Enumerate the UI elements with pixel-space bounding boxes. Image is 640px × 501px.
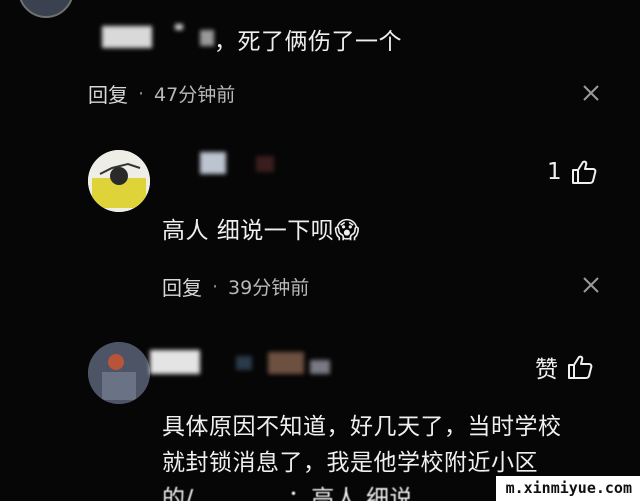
thumbs-up-icon [571, 160, 597, 184]
blurred-username [200, 152, 226, 174]
scream-emoji: 😱 [334, 216, 360, 244]
comment-text-line: 具体原因不知道，好几天了，当时学校 [162, 414, 562, 440]
blurred-username [102, 26, 152, 48]
blurred-username [256, 156, 274, 172]
like-label: 赞 [535, 357, 558, 383]
blurred-username [310, 360, 330, 374]
timestamp: 47分钟前 [154, 84, 236, 106]
like-count: 1 [547, 159, 562, 185]
separator: · [138, 82, 145, 105]
separator: · [212, 275, 219, 298]
blurred-username [236, 356, 252, 370]
comment-text-line: 就封锁消息了，我是他学校附近小区 [162, 450, 538, 476]
watermark: m.xinmiyue.com [495, 476, 640, 501]
comment-text-line: 的/…………；高人 细说 [162, 486, 414, 501]
blurred-username [150, 350, 200, 374]
comment-thread: ，死了俩伤了一个 回复 · 47分钟前 高人 细说一下呗😱 1 回复 · 39分… [0, 0, 640, 501]
timestamp: 39分钟前 [228, 277, 310, 299]
avatar[interactable] [88, 342, 150, 404]
comment-text: 高人 细说一下呗😱 [162, 216, 360, 244]
avatar[interactable] [88, 150, 150, 212]
reply-button[interactable]: 回复 [88, 79, 128, 108]
reply-button[interactable]: 回复 [162, 272, 202, 301]
blurred-username [200, 30, 214, 46]
like-button[interactable]: 1 [547, 158, 598, 186]
comment-meta: 回复 · 39分钟前 [162, 272, 309, 301]
comment-meta: 回复 · 47分钟前 [88, 79, 235, 108]
close-icon[interactable] [582, 276, 600, 294]
close-icon[interactable] [582, 84, 600, 102]
thumbs-up-icon [568, 355, 593, 379]
comment-text: ，死了俩伤了一个 [214, 29, 402, 55]
blurred-username [268, 352, 304, 374]
avatar[interactable] [18, 0, 74, 18]
like-button[interactable]: 赞 [535, 350, 594, 384]
blurred-username [175, 24, 183, 30]
